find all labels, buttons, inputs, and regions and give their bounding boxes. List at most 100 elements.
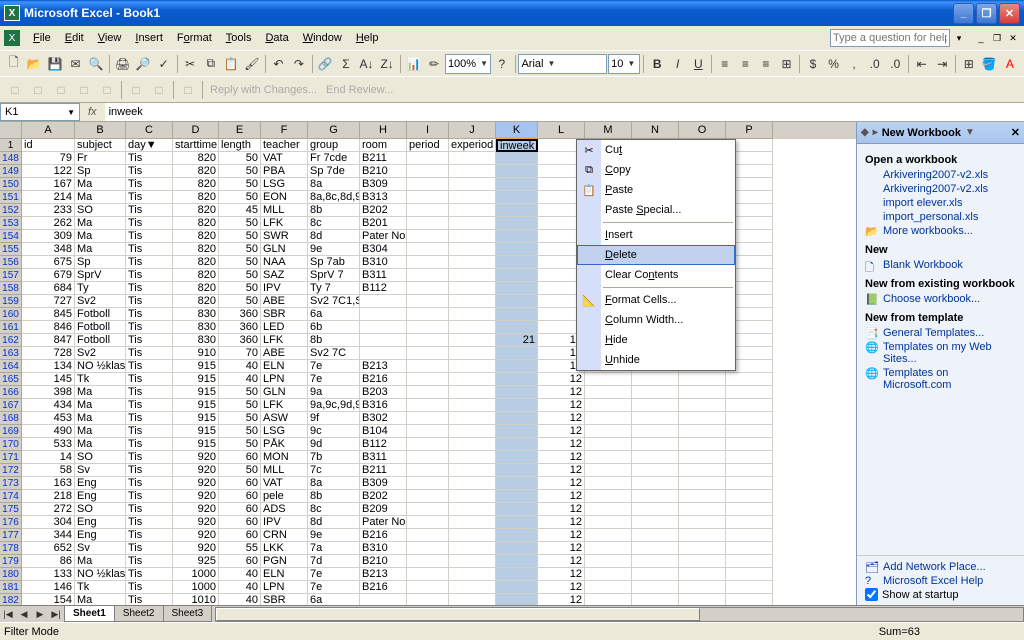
cell[interactable]: 146 (22, 581, 75, 594)
cell[interactable]: Tis (126, 347, 173, 360)
cell[interactable]: Tis (126, 295, 173, 308)
spelling-button[interactable]: ✓ (154, 53, 174, 75)
cell[interactable]: ADS (261, 503, 308, 516)
increase-decimal-button[interactable]: .0 (865, 53, 885, 75)
column-header-D[interactable]: D (173, 122, 219, 139)
cell[interactable] (679, 412, 726, 425)
rev-btn-1[interactable]: □ (4, 79, 26, 101)
cell[interactable] (632, 529, 679, 542)
recent-file-link[interactable]: import elever.xls (865, 196, 1016, 210)
rev-btn-2[interactable]: □ (27, 79, 49, 101)
cell[interactable] (585, 594, 632, 605)
cell[interactable]: LSG (261, 178, 308, 191)
cell[interactable]: Tis (126, 191, 173, 204)
row-header[interactable]: 179 (0, 555, 22, 568)
cell[interactable]: 60 (219, 516, 261, 529)
cell[interactable]: B209 (360, 503, 407, 516)
cell[interactable]: 8b (308, 490, 360, 503)
cell[interactable]: SO (75, 503, 126, 516)
cell[interactable]: SO (75, 451, 126, 464)
cell[interactable] (679, 529, 726, 542)
cell[interactable]: 1000 (173, 568, 219, 581)
cell[interactable] (496, 295, 538, 308)
select-all-corner[interactable] (0, 122, 22, 139)
doc-minimize-button[interactable]: _ (974, 31, 988, 45)
cell[interactable]: B216 (360, 581, 407, 594)
cell[interactable] (585, 529, 632, 542)
open-button[interactable]: 📂 (25, 53, 45, 75)
cell[interactable] (449, 295, 496, 308)
cell[interactable]: SBR (261, 594, 308, 605)
cell[interactable] (679, 438, 726, 451)
sort-asc-button[interactable]: A↓ (357, 53, 377, 75)
cell[interactable] (496, 178, 538, 191)
row-header[interactable]: 150 (0, 178, 22, 191)
cell[interactable]: Ty (75, 282, 126, 295)
menu-help[interactable]: Help (349, 30, 386, 46)
cell[interactable] (679, 542, 726, 555)
row-header[interactable]: 177 (0, 529, 22, 542)
cell[interactable]: B309 (360, 477, 407, 490)
cell[interactable]: 12 (538, 581, 585, 594)
column-header-C[interactable]: C (126, 122, 173, 139)
menu-tools[interactable]: Tools (219, 30, 259, 46)
cell[interactable]: PGN (261, 555, 308, 568)
context-copy[interactable]: ⧉Copy (577, 160, 735, 180)
cell[interactable]: 14 (22, 451, 75, 464)
cell[interactable]: 50 (219, 425, 261, 438)
cell[interactable] (726, 516, 773, 529)
merge-button[interactable]: ⊞ (777, 53, 797, 75)
cell[interactable] (632, 581, 679, 594)
cell[interactable]: 21 (496, 334, 538, 347)
cell[interactable] (449, 503, 496, 516)
cell[interactable]: 50 (219, 399, 261, 412)
new-button[interactable]: 🗋 (4, 53, 24, 75)
row-header[interactable]: 181 (0, 581, 22, 594)
cell[interactable]: Tis (126, 529, 173, 542)
cell[interactable] (449, 269, 496, 282)
align-left-button[interactable]: ≡ (715, 53, 735, 75)
context-clear-contents[interactable]: Clear Contents (577, 265, 735, 285)
tab-nav-prev[interactable]: ◀ (16, 606, 32, 622)
cell[interactable]: 12 (538, 503, 585, 516)
sort-desc-button[interactable]: Z↓ (377, 53, 397, 75)
cell[interactable]: VAT (261, 477, 308, 490)
task-pane-close[interactable]: ✕ (1011, 126, 1020, 139)
cell[interactable]: 533 (22, 438, 75, 451)
excel-help-link[interactable]: ?Microsoft Excel Help (865, 574, 1016, 588)
cell[interactable]: 50 (219, 412, 261, 425)
cell[interactable]: 915 (173, 438, 219, 451)
cell[interactable]: Tk (75, 373, 126, 386)
row-header[interactable]: 169 (0, 425, 22, 438)
cell[interactable]: MLL (261, 464, 308, 477)
cell[interactable]: 133 (22, 568, 75, 581)
cell[interactable] (449, 308, 496, 321)
rev-btn-6[interactable]: □ (125, 79, 147, 101)
cell[interactable]: 60 (219, 451, 261, 464)
menu-insert[interactable]: Insert (128, 30, 170, 46)
cell[interactable]: 167 (22, 178, 75, 191)
cell[interactable] (449, 217, 496, 230)
cell[interactable]: B216 (360, 373, 407, 386)
italic-button[interactable]: I (668, 53, 688, 75)
row-header[interactable]: 156 (0, 256, 22, 269)
sheet-tab-sheet1[interactable]: Sheet1 (64, 606, 115, 622)
cell[interactable] (585, 425, 632, 438)
cell[interactable] (449, 438, 496, 451)
cell[interactable] (407, 594, 449, 605)
row-header[interactable]: 148 (0, 152, 22, 165)
cell[interactable]: 40 (219, 373, 261, 386)
task-pane-fwd[interactable]: ▸ (873, 127, 878, 138)
cell[interactable] (726, 451, 773, 464)
cell[interactable] (449, 230, 496, 243)
align-right-button[interactable]: ≡ (756, 53, 776, 75)
cell[interactable] (407, 308, 449, 321)
cell[interactable]: 12 (538, 451, 585, 464)
cell[interactable]: EON (261, 191, 308, 204)
cell[interactable] (679, 581, 726, 594)
cell[interactable] (496, 308, 538, 321)
context-paste[interactable]: 📋Paste (577, 180, 735, 200)
cell[interactable] (449, 386, 496, 399)
rev-btn-3[interactable]: □ (50, 79, 72, 101)
cell[interactable]: 9e (308, 529, 360, 542)
